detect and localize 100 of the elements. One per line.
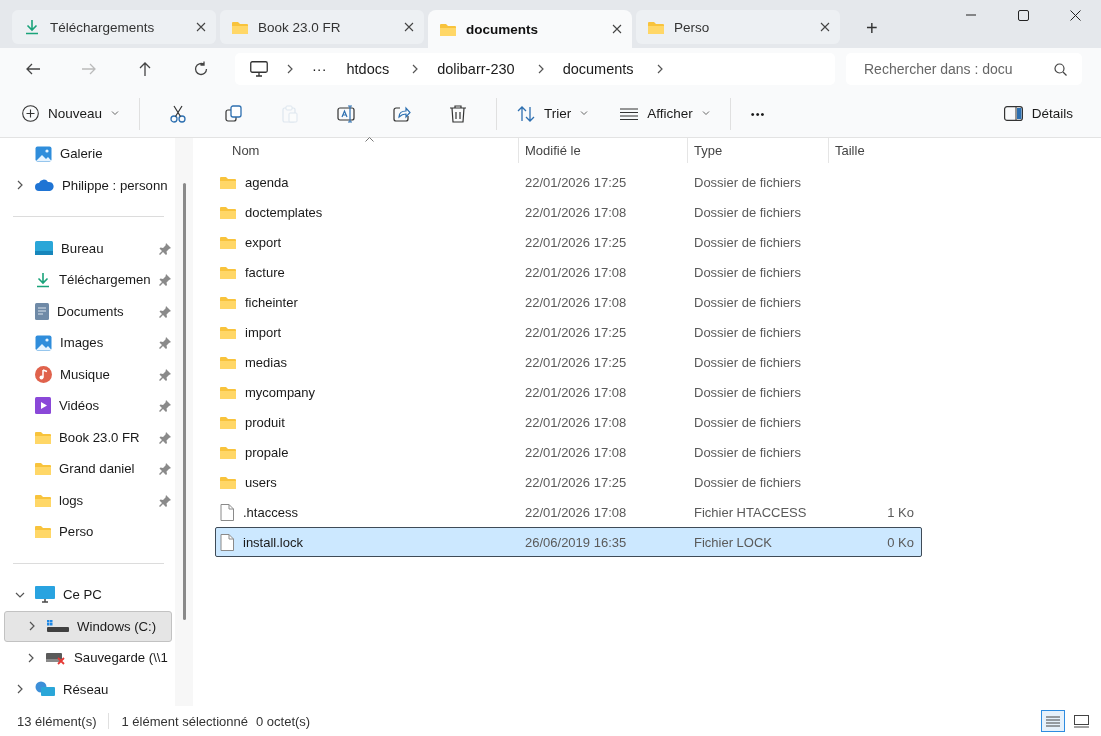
folder-icon (220, 205, 236, 219)
file-size: 1 Ko (886, 504, 915, 520)
folder-icon (35, 493, 51, 507)
breadcrumb[interactable]: htdocs (346, 61, 390, 77)
overflow-button[interactable]: ··· (312, 61, 327, 77)
column-header[interactable]: Modifié le (518, 138, 687, 163)
file-type: Dossier de fichiers (693, 414, 802, 430)
list-view-icon (1046, 715, 1060, 727)
modified-date: 22/01/2026 17:25 (524, 324, 628, 340)
lines-icon (620, 107, 639, 120)
sidebar-item[interactable]: Sauvegarde (\\1 (0, 642, 175, 674)
view-button[interactable]: Afficher (610, 97, 720, 130)
sidebar-item[interactable]: Grand daniel (0, 453, 175, 485)
column-header[interactable]: Type (687, 138, 828, 163)
file-row[interactable]: ficheinter 22/01/2026 17:08 Dossier de fichiers (215, 287, 922, 317)
network-icon (35, 680, 55, 698)
search-icon (1054, 63, 1067, 76)
file-row[interactable]: medias 22/01/2026 17:25 Dossier de fichiers (215, 347, 922, 377)
file-type: Dossier de fichiers (693, 264, 802, 280)
close-icon (404, 22, 414, 32)
sidebar-item[interactable]: Philippe : personn (0, 169, 175, 201)
folder-icon (35, 430, 51, 444)
sidebar-item[interactable]: Musique (0, 358, 175, 390)
tab[interactable]: Book 23.0 FR (220, 10, 424, 44)
file-row[interactable]: produit 22/01/2026 17:08 Dossier de fichiers (215, 407, 922, 437)
file-type: Fichier LOCK (693, 534, 774, 550)
selection-size: 0 octet(s) (255, 713, 311, 729)
address-bar[interactable]: ··· htdocs dolibarr-230 documents (235, 53, 835, 85)
tab[interactable]: documents (428, 10, 632, 48)
sidebar-item[interactable]: Réseau (0, 673, 175, 705)
sidebar-item[interactable]: Téléchargemen (0, 264, 175, 296)
pin-icon (159, 368, 171, 381)
file-type: Fichier HTACCESS (693, 504, 808, 520)
desktop-icon (35, 241, 53, 256)
tab[interactable]: Perso (636, 10, 840, 44)
close-icon (612, 24, 622, 34)
file-type: Dossier de fichiers (693, 234, 802, 250)
download-icon (24, 19, 40, 35)
file-name: import (245, 324, 282, 340)
column-header[interactable]: Nom (215, 138, 518, 163)
sidebar-item[interactable]: Windows (C:) (4, 610, 172, 642)
sort-button[interactable]: Trier (507, 97, 599, 130)
file-type: Dossier de fichiers (693, 384, 802, 400)
file-icon (220, 533, 234, 551)
file-name: produit (245, 414, 285, 430)
drive-icon (47, 620, 69, 633)
file-row[interactable]: propale 22/01/2026 17:08 Dossier de fichiers (215, 437, 922, 467)
new-tab-button[interactable]: + (860, 17, 884, 40)
sidebar-item[interactable]: Book 23.0 FR (0, 421, 175, 453)
back-arrow-icon (25, 61, 41, 77)
folder-icon (220, 235, 236, 249)
file-row[interactable]: import 22/01/2026 17:25 Dossier de fichiers (215, 317, 922, 347)
more-button[interactable]: ••• (740, 97, 776, 130)
sidebar-item[interactable]: Documents (0, 295, 175, 327)
column-header[interactable]: Taille (828, 138, 921, 163)
file-name: install.lock (243, 534, 303, 550)
sidebar-item[interactable]: Bureau (0, 232, 175, 264)
sidebar-item[interactable]: Vidéos (0, 390, 175, 422)
sidebar-item[interactable]: logs (0, 484, 175, 516)
details-button[interactable]: Détails (993, 97, 1083, 130)
new-button[interactable]: Nouveau (12, 97, 130, 130)
pin-icon (159, 400, 171, 412)
modified-date: 22/01/2026 17:08 (524, 264, 628, 280)
sidebar-item[interactable]: Galerie (0, 138, 175, 170)
scrollbar[interactable] (175, 138, 193, 706)
file-name: agenda (245, 174, 289, 190)
file-name: doctemplates (245, 204, 323, 220)
modified-date: 22/01/2026 17:25 (524, 354, 628, 370)
folder-icon (35, 462, 51, 476)
sidebar-item[interactable]: Perso (0, 516, 175, 548)
file-row[interactable]: export 22/01/2026 17:25 Dossier de fichiers (215, 227, 922, 257)
plus-circle-icon (22, 105, 39, 122)
monitor-icon (250, 61, 268, 77)
rename-icon (337, 104, 356, 123)
folder-icon (220, 385, 236, 399)
modified-date: 22/01/2026 17:08 (524, 504, 628, 520)
modified-date: 22/01/2026 17:08 (524, 414, 628, 430)
file-row[interactable]: .htaccess 22/01/2026 17:08 Fichier HTACCESS 1 Ko (215, 497, 922, 527)
download-icon (35, 271, 51, 288)
file-row[interactable]: install.lock 26/06/2019 16:35 Fichier LOCK 0 Ko (215, 527, 922, 557)
pin-icon (159, 274, 171, 286)
breadcrumb[interactable]: dolibarr-230 (437, 61, 515, 77)
sidebar-item[interactable]: Images (0, 327, 175, 359)
breadcrumb[interactable]: documents (562, 61, 634, 77)
file-type: Dossier de fichiers (693, 354, 802, 370)
folder-icon (220, 325, 236, 339)
file-row[interactable]: agenda 22/01/2026 17:25 Dossier de fichiers (215, 167, 922, 197)
file-row[interactable]: facture 22/01/2026 17:08 Dossier de fichiers (215, 257, 922, 287)
file-row[interactable]: doctemplates 22/01/2026 17:08 Dossier de fichiers (215, 197, 922, 227)
folder-icon (648, 20, 664, 34)
folder-icon (232, 20, 248, 34)
sidebar-item[interactable]: Ce PC (0, 579, 175, 611)
tab[interactable]: Téléchargements (12, 10, 216, 44)
file-row[interactable]: mycompany 22/01/2026 17:08 Dossier de fichiers (215, 377, 922, 407)
file-type: Dossier de fichiers (693, 204, 802, 220)
file-icon (220, 503, 234, 521)
search-field[interactable]: Rechercher dans : docu (846, 53, 1082, 85)
file-name: propale (245, 444, 289, 460)
file-row[interactable]: users 22/01/2026 17:25 Dossier de fichiers (215, 467, 922, 497)
network-drive-icon (46, 650, 66, 665)
